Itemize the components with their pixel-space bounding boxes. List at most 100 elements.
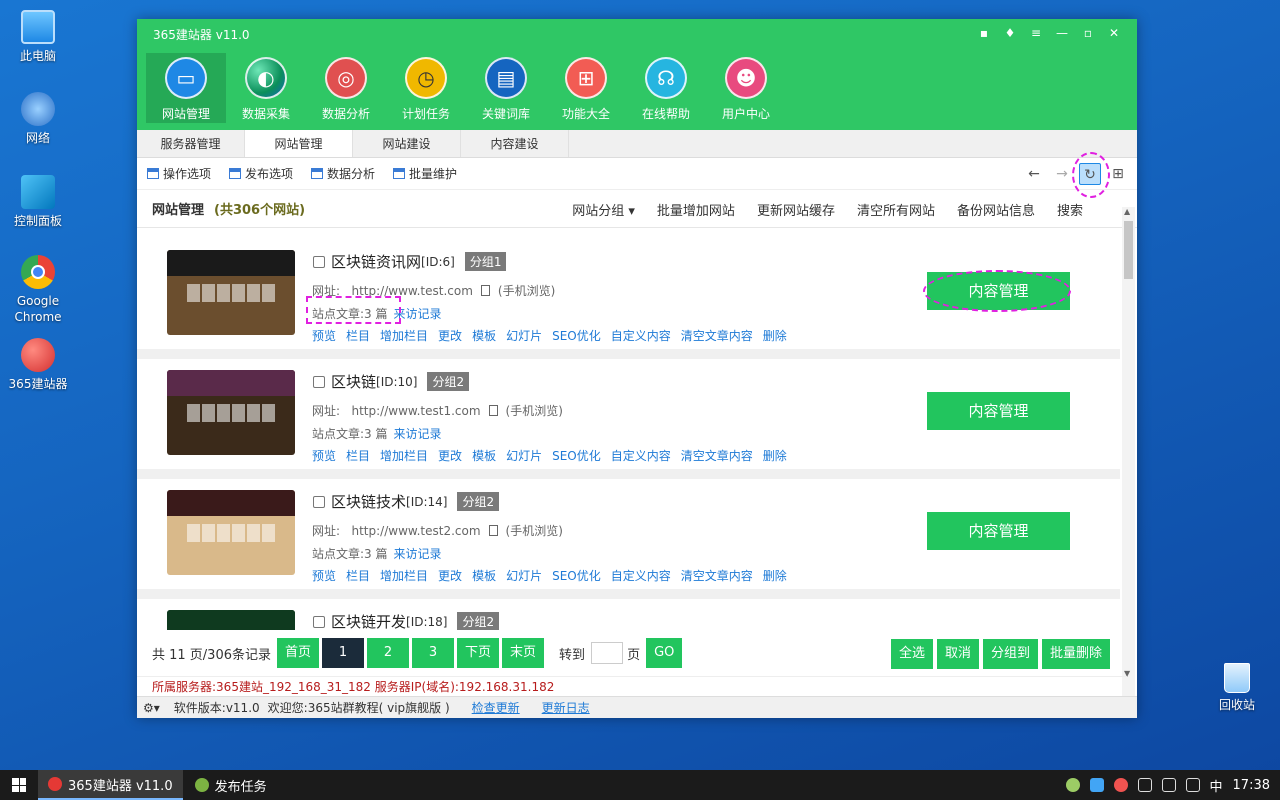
copy-icon[interactable]	[480, 285, 490, 296]
nav-data-collection[interactable]: ◐ 数据采集	[226, 53, 306, 123]
chat-icon[interactable]: ▪	[971, 23, 997, 43]
toolbar-batch-maintenance[interactable]: 批量维护	[393, 165, 457, 182]
minimize-button[interactable]: —	[1049, 23, 1075, 43]
mobile-view-link[interactable]: (手机浏览)	[506, 402, 563, 419]
desktop-icon-chrome[interactable]: Google Chrome	[0, 255, 76, 325]
site-action-link[interactable]: 清空文章内容	[681, 447, 753, 464]
wifi-tray-icon[interactable]	[1161, 778, 1176, 792]
tab-site-management[interactable]: 网站管理	[245, 130, 353, 157]
site-checkbox[interactable]	[313, 495, 325, 508]
site-checkbox[interactable]	[313, 255, 325, 268]
visit-log-link[interactable]: 来访记录	[394, 427, 442, 441]
settings-icon[interactable]: ⚙▾	[143, 701, 160, 715]
desktop-icon-365[interactable]: 365建站器	[0, 338, 76, 392]
goto-page-input[interactable]	[591, 642, 624, 664]
refresh-button[interactable]: ↻	[1072, 152, 1110, 198]
site-action-link[interactable]: 模板	[472, 327, 496, 344]
backup-sites-button[interactable]: 备份网站信息	[957, 200, 1035, 219]
close-button[interactable]: ✕	[1101, 23, 1127, 43]
skin-icon[interactable]: ♦	[997, 23, 1023, 43]
site-action-link[interactable]: SEO优化	[552, 327, 601, 344]
page-3-button[interactable]: 3	[412, 638, 455, 668]
cancel-button[interactable]: 取消	[936, 639, 979, 669]
toolbar-data-analysis[interactable]: 数据分析	[311, 165, 375, 182]
site-action-link[interactable]: SEO优化	[552, 447, 601, 464]
nav-site-management[interactable]: ▭ 网站管理	[146, 53, 226, 123]
mobile-view-link[interactable]: (手机浏览)	[506, 522, 563, 539]
search-button[interactable]: 搜索	[1057, 200, 1083, 219]
site-action-link[interactable]: 模板	[472, 567, 496, 584]
nav-user-center[interactable]: ☻ 用户中心	[706, 53, 786, 123]
batch-delete-button[interactable]: 批量删除	[1041, 639, 1110, 669]
site-action-link[interactable]: 幻灯片	[506, 447, 542, 464]
copy-icon[interactable]	[488, 405, 498, 416]
site-name[interactable]: 区块链	[331, 371, 376, 392]
site-action-link[interactable]: 预览	[312, 327, 336, 344]
desktop-icon-recycle-bin[interactable]: 回收站	[1199, 663, 1275, 713]
site-action-link[interactable]: 增加栏目	[380, 567, 428, 584]
grid-view-icon[interactable]: ⊞	[1107, 163, 1129, 185]
site-action-link[interactable]: 预览	[312, 567, 336, 584]
site-action-link[interactable]: 栏目	[346, 567, 370, 584]
taskbar-app-publish[interactable]: 发布任务	[185, 770, 277, 800]
site-action-link[interactable]: 预览	[312, 447, 336, 464]
scroll-up-icon[interactable]: ▲	[1124, 207, 1130, 216]
check-update-link[interactable]: 检查更新	[472, 699, 520, 716]
next-page-button[interactable]: 下页	[457, 638, 500, 668]
site-action-link[interactable]: 自定义内容	[611, 447, 671, 464]
site-action-link[interactable]: 更改	[438, 327, 462, 344]
site-action-link[interactable]: 删除	[763, 567, 787, 584]
vertical-scrollbar[interactable]: ▲ ▼	[1122, 207, 1135, 697]
site-action-link[interactable]: SEO优化	[552, 567, 601, 584]
site-action-link[interactable]: 自定义内容	[611, 327, 671, 344]
desktop-icon-this-pc[interactable]: 此电脑	[0, 10, 76, 64]
site-name[interactable]: 区块链技术	[331, 491, 406, 512]
select-all-button[interactable]: 全选	[890, 639, 933, 669]
desktop-icon-network[interactable]: 网络	[0, 92, 76, 146]
site-action-link[interactable]: 模板	[472, 447, 496, 464]
clock[interactable]: 17:38	[1233, 778, 1270, 793]
nav-scheduled-tasks[interactable]: ◷ 计划任务	[386, 53, 466, 123]
scroll-thumb[interactable]	[1124, 221, 1133, 279]
toolbar-operation-options[interactable]: 操作选项	[147, 165, 211, 182]
toolbar-publish-options[interactable]: 发布选项	[229, 165, 293, 182]
last-page-button[interactable]: 末页	[502, 638, 545, 668]
page-2-button[interactable]: 2	[367, 638, 410, 668]
start-button[interactable]	[0, 770, 38, 800]
tab-content-building[interactable]: 内容建设	[461, 130, 569, 157]
menu-icon[interactable]: ≡	[1023, 23, 1049, 43]
changelog-link[interactable]: 更新日志	[542, 699, 590, 716]
site-action-link[interactable]: 栏目	[346, 327, 370, 344]
site-url[interactable]: http://www.test2.com	[352, 524, 481, 538]
apple-tray-icon[interactable]	[1113, 778, 1128, 792]
site-checkbox[interactable]	[313, 615, 325, 628]
site-action-link[interactable]: 增加栏目	[380, 327, 428, 344]
ime-indicator[interactable]: 中	[1210, 776, 1223, 795]
tab-site-building[interactable]: 网站建设	[353, 130, 461, 157]
nav-online-help[interactable]: ☊ 在线帮助	[626, 53, 706, 123]
site-name[interactable]: 区块链资讯网	[331, 251, 421, 272]
first-page-button[interactable]: 首页	[277, 638, 320, 668]
network-tray-icon[interactable]	[1089, 778, 1104, 792]
copy-icon[interactable]	[488, 525, 498, 536]
nav-data-analysis[interactable]: ◎ 数据分析	[306, 53, 386, 123]
nav-all-features[interactable]: ⊞ 功能大全	[546, 53, 626, 123]
mobile-view-link[interactable]: (手机浏览)	[498, 282, 555, 299]
update-cache-button[interactable]: 更新网站缓存	[757, 200, 835, 219]
taskbar-app-365[interactable]: 365建站器 v11.0	[38, 770, 183, 800]
site-action-link[interactable]: 幻灯片	[506, 327, 542, 344]
forward-arrow-icon[interactable]: →	[1051, 163, 1073, 185]
sync-tray-icon[interactable]	[1065, 778, 1080, 792]
site-action-link[interactable]: 删除	[763, 327, 787, 344]
site-action-link[interactable]: 幻灯片	[506, 567, 542, 584]
batch-add-sites-button[interactable]: 批量增加网站	[657, 200, 735, 219]
site-action-link[interactable]: 更改	[438, 567, 462, 584]
site-group-dropdown[interactable]: 网站分组 ▾	[572, 200, 635, 219]
back-arrow-icon[interactable]: ←	[1023, 163, 1045, 185]
tab-server-management[interactable]: 服务器管理	[137, 130, 245, 157]
content-management-button[interactable]: 内容管理	[927, 512, 1070, 550]
nav-keyword-library[interactable]: ▤ 关键词库	[466, 53, 546, 123]
page-1-button[interactable]: 1	[322, 638, 365, 668]
site-checkbox[interactable]	[313, 375, 325, 388]
go-button[interactable]: GO	[646, 638, 683, 668]
